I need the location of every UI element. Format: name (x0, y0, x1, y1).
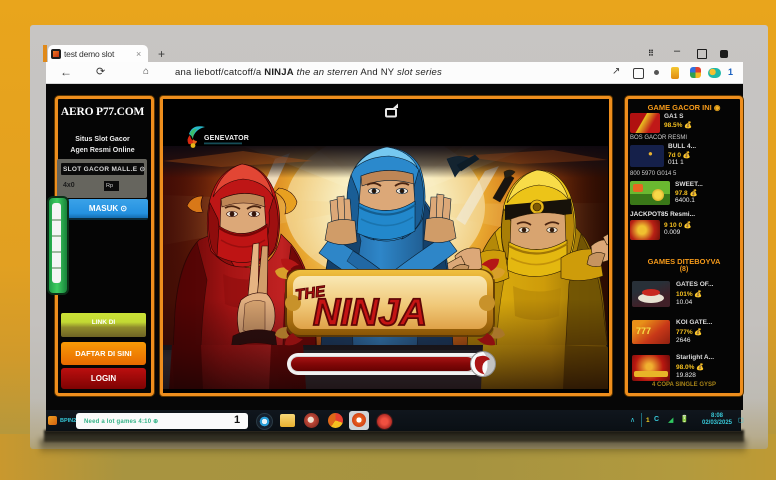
svg-text:GENEVATOR: GENEVATOR (204, 135, 249, 142)
svg-text:NINJA: NINJA (313, 292, 427, 334)
